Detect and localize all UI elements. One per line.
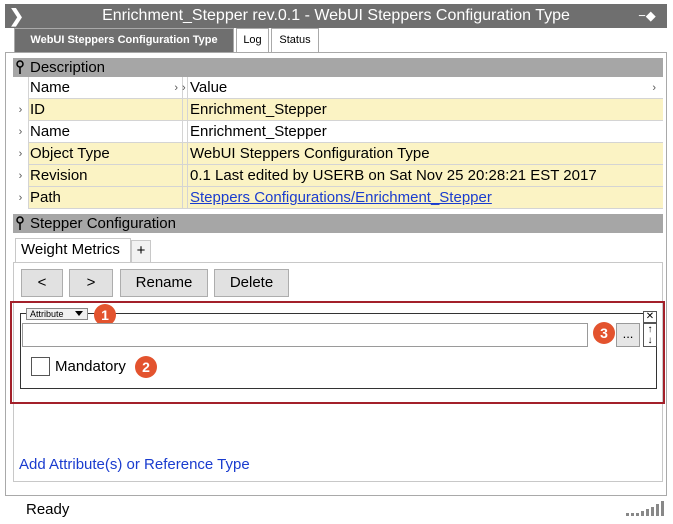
table-row[interactable]: › Path Steppers Configurations/Enrichmen… <box>13 187 663 209</box>
row-expand-icon[interactable]: › <box>13 143 29 165</box>
description-section-header[interactable]: Description <box>13 58 663 77</box>
property-value: WebUI Steppers Configuration Type <box>190 145 430 162</box>
property-name: Revision <box>29 165 183 187</box>
column-header-name[interactable]: Name › <box>29 77 183 99</box>
pin-icon[interactable]: −◆ <box>637 7 657 25</box>
path-link[interactable]: Steppers Configurations/Enrichment_Stepp… <box>190 189 492 206</box>
property-value: 0.1 Last edited by USERB on Sat Nov 25 2… <box>190 167 597 184</box>
table-row[interactable]: › ID Enrichment_Stepper <box>13 99 663 121</box>
property-value[interactable]: Enrichment_Stepper <box>189 121 662 143</box>
resize-grip-icon[interactable] <box>626 500 666 516</box>
stepper-header-label: Stepper Configuration <box>30 215 176 232</box>
next-button[interactable]: > <box>69 269 113 297</box>
property-value: Enrichment_Stepper <box>190 101 327 118</box>
tab-webui-steppers[interactable]: WebUI Steppers Configuration Type <box>14 28 234 52</box>
row-spacer <box>182 121 188 143</box>
attribute-input[interactable] <box>22 323 588 347</box>
window-title: Enrichment_Stepper rev.0.1 - WebUI Stepp… <box>102 7 570 24</box>
description-header-label: Description <box>30 59 106 76</box>
dropdown-arrow-icon <box>75 311 83 316</box>
row-expand-icon[interactable]: › <box>13 187 29 209</box>
add-attribute-link[interactable]: Add Attribute(s) or Reference Type <box>19 455 250 475</box>
chevron-right-icon: › <box>174 82 178 94</box>
property-name: ID <box>29 99 183 121</box>
delete-button[interactable]: Delete <box>214 269 289 297</box>
rename-button[interactable]: Rename <box>120 269 208 297</box>
row-spacer <box>182 187 188 209</box>
property-name: Path <box>29 187 183 209</box>
row-expand-icon[interactable]: › <box>13 99 29 121</box>
attribute-dropdown-label: Attribute <box>30 309 64 319</box>
status-text: Ready <box>26 501 70 518</box>
row-header-cell <box>13 77 29 99</box>
property-table-header: Name › › Value › <box>13 77 663 99</box>
mandatory-label: Mandatory <box>55 358 126 375</box>
tab-weight-metrics[interactable]: Weight Metrics <box>15 238 131 262</box>
close-icon[interactable]: ✕ <box>643 311 657 323</box>
row-spacer <box>182 99 188 121</box>
column-header-spacer: › <box>182 77 188 99</box>
chevron-right-icon: › <box>652 82 656 94</box>
prev-button[interactable]: < <box>21 269 63 297</box>
property-name: Name <box>29 121 183 143</box>
callout-3: 3 <box>593 322 615 344</box>
add-tab-button[interactable]: + <box>131 240 151 262</box>
row-spacer <box>182 165 188 187</box>
row-expand-icon[interactable]: › <box>13 121 29 143</box>
table-row[interactable]: › Object Type WebUI Steppers Configurati… <box>13 143 663 165</box>
stepper-config-section-header[interactable]: Stepper Configuration <box>13 214 663 233</box>
mandatory-checkbox[interactable] <box>31 357 50 376</box>
column-header-value[interactable]: Value › <box>189 77 662 99</box>
row-spacer <box>182 143 188 165</box>
table-row[interactable]: › Revision 0.1 Last edited by USERB on S… <box>13 165 663 187</box>
property-name: Object Type <box>29 143 183 165</box>
table-row[interactable]: › Name Enrichment_Stepper <box>13 121 663 143</box>
title-bar: ❯ Enrichment_Stepper rev.0.1 - WebUI Ste… <box>5 4 667 28</box>
callout-2: 2 <box>135 356 157 378</box>
pin-icon[interactable] <box>16 60 24 74</box>
browse-button[interactable]: ... <box>616 323 640 347</box>
pin-icon[interactable] <box>16 216 24 230</box>
move-up-down-icon[interactable]: ↑ ↓ <box>643 323 657 347</box>
row-expand-icon[interactable]: › <box>13 165 29 187</box>
attribute-dropdown[interactable]: Attribute <box>26 308 88 320</box>
tab-log[interactable]: Log <box>236 28 269 52</box>
chevron-right-icon: › <box>182 82 186 94</box>
tab-status[interactable]: Status <box>271 28 319 52</box>
property-value-link[interactable]: Steppers Configurations/Enrichment_Stepp… <box>189 187 662 209</box>
